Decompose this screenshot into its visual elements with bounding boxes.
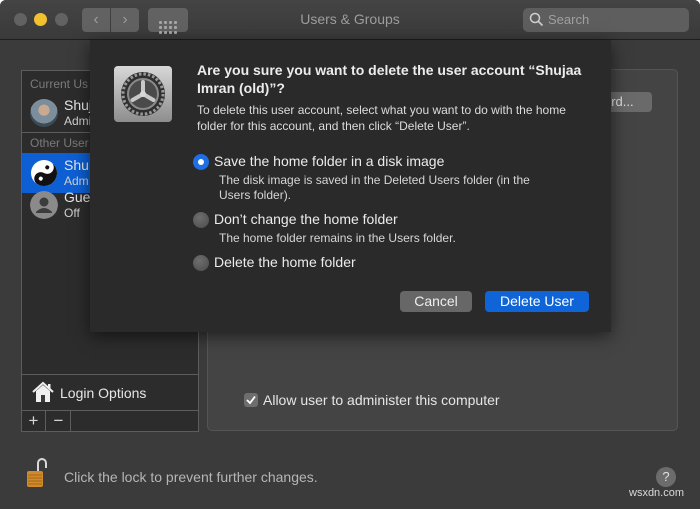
photo-avatar (30, 99, 58, 127)
radio-button[interactable] (193, 212, 209, 228)
users-groups-window: ‹ › Users & Groups Search Current Us Shu… (0, 0, 700, 509)
dialog-description: To delete this user account, select what… (197, 103, 566, 133)
guest-avatar (30, 191, 58, 219)
yin-yang-avatar (31, 160, 57, 186)
user-name: Gue (64, 189, 91, 205)
option-label: Don’t change the home folder (214, 211, 398, 227)
option-description: The disk image is saved in the Deleted U… (219, 173, 530, 202)
user-name: Shu (64, 157, 89, 173)
cancel-button[interactable]: Cancel (400, 291, 472, 312)
dialog-title: Are you sure you want to delete the user… (197, 62, 582, 96)
search-field[interactable]: Search (523, 8, 689, 32)
delete-user-dialog: Are you sure you want to delete the user… (90, 40, 611, 332)
checkmark-icon (246, 395, 256, 405)
add-user-button[interactable]: + (22, 411, 46, 431)
question-mark-icon: ? (662, 469, 670, 484)
user-role: Admi (64, 114, 92, 128)
plus-icon: + (28, 411, 39, 430)
current-users-header: Current Us (30, 77, 89, 91)
radio-button-selected[interactable] (193, 154, 209, 170)
other-users-header: Other User (30, 136, 89, 150)
remove-user-button[interactable]: − (47, 411, 71, 431)
option-label: Save the home folder in a disk image (214, 153, 445, 169)
help-button[interactable]: ? (656, 467, 676, 487)
user-role: Off (64, 206, 80, 220)
unlocked-padlock-icon[interactable] (26, 458, 48, 488)
minus-icon: − (53, 411, 64, 430)
title-bar: ‹ › Users & Groups Search (0, 0, 700, 40)
watermark: wsxdn.com (629, 487, 685, 499)
option-description: The home folder remains in the Users fol… (219, 231, 456, 245)
delete-user-button[interactable]: Delete User (485, 291, 589, 312)
radio-button[interactable] (193, 255, 209, 271)
house-icon (32, 381, 54, 402)
option-label: Delete the home folder (214, 254, 356, 270)
system-preferences-gear-icon (114, 66, 172, 122)
add-remove-bar: + − (22, 410, 198, 431)
admin-checkbox-label: Allow user to administer this computer (263, 392, 500, 408)
admin-checkbox[interactable] (244, 393, 258, 407)
search-placeholder: Search (548, 12, 590, 27)
user-name: Shuj (64, 97, 93, 113)
lock-status-text: Click the lock to prevent further change… (64, 469, 318, 485)
login-options-label: Login Options (60, 385, 147, 401)
search-icon (529, 12, 544, 27)
login-options-item[interactable]: Login Options (22, 374, 198, 410)
